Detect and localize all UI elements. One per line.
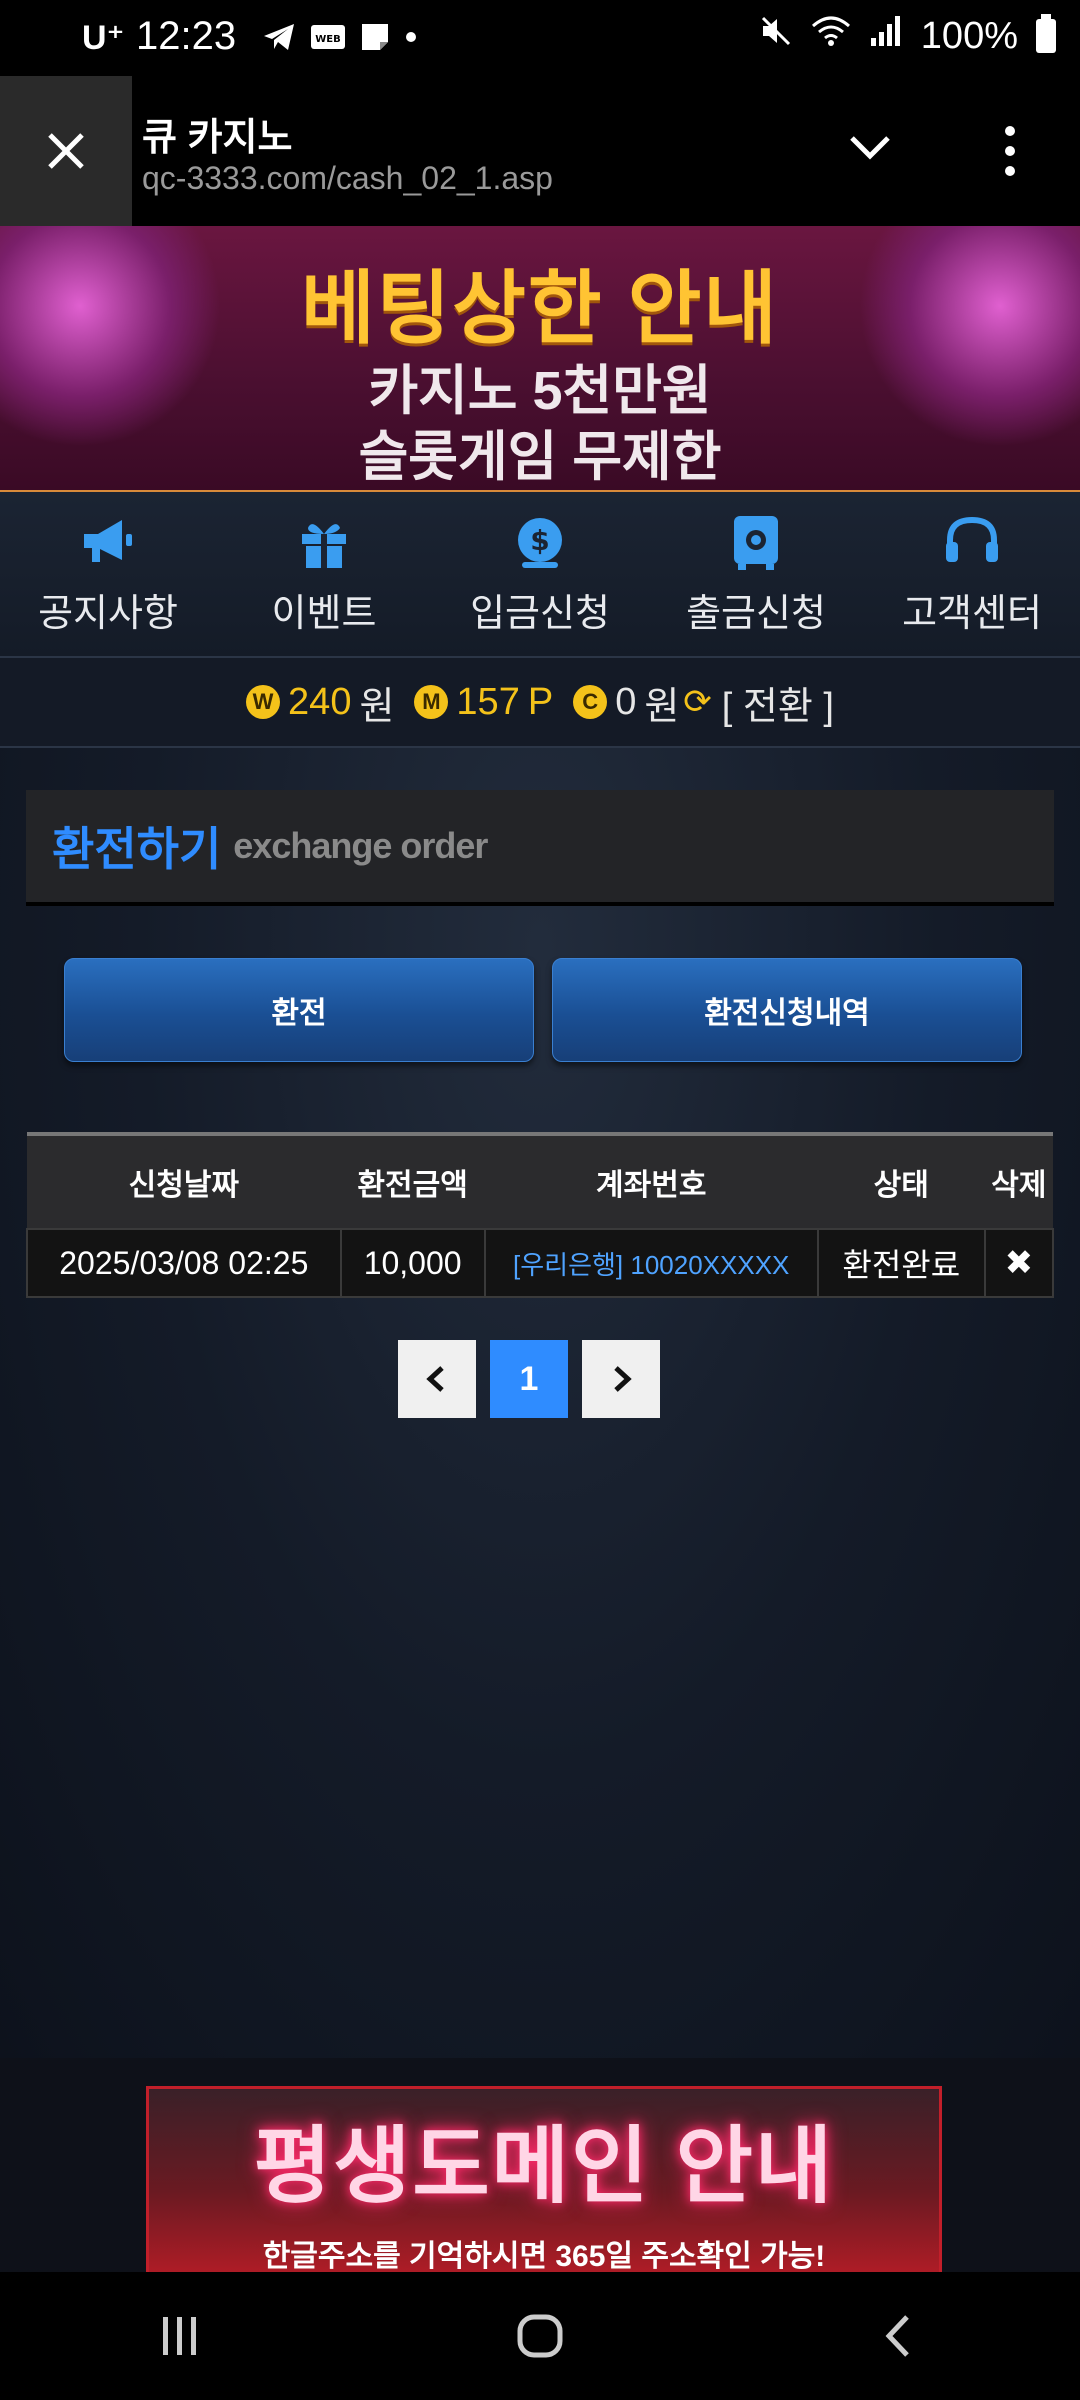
nav-item-support[interactable]: 고객센터 xyxy=(864,492,1080,656)
row-date: 2025/03/08 02:25 xyxy=(26,1228,342,1298)
point-coin-icon: M xyxy=(414,685,449,719)
wifi-icon xyxy=(811,14,851,58)
close-tab-button[interactable] xyxy=(0,76,132,226)
col-amount: 환전금액 xyxy=(340,1132,485,1229)
domain-notice-banner[interactable]: 평생도메인 안내 한글주소를 기억하시면 365일 주소확인 가능! xyxy=(146,2086,942,2278)
kebab-dot xyxy=(1005,146,1015,156)
android-nav-bar xyxy=(0,2272,1080,2400)
kebab-dot xyxy=(1005,126,1015,136)
section-header: 환전하기 exchange order xyxy=(26,790,1054,906)
casino-coin-icon: C xyxy=(573,685,608,719)
page-number-current[interactable]: 1 xyxy=(490,1340,568,1418)
expand-button[interactable] xyxy=(840,118,900,178)
home-button[interactable] xyxy=(480,2291,600,2381)
col-delete: 삭제 xyxy=(984,1132,1053,1229)
mute-icon xyxy=(759,14,793,58)
domain-banner-title: 평생도메인 안내 xyxy=(253,2119,835,2213)
dot-icon xyxy=(404,30,418,49)
note-icon xyxy=(360,22,390,57)
nav-item-notice[interactable]: 공지사항 xyxy=(0,492,216,656)
nav-label: 공지사항 xyxy=(38,592,178,635)
recent-apps-button[interactable] xyxy=(120,2291,240,2381)
nav-label: 고객센터 xyxy=(902,592,1042,635)
browser-toolbar: 큐 카지노 qc-3333.com/cash_02_1.asp xyxy=(0,76,1080,226)
close-icon xyxy=(48,133,84,169)
section-title: 환전하기 xyxy=(52,823,222,875)
webtoon-icon: WEB xyxy=(310,22,346,57)
nav-item-deposit[interactable]: $ 입금신청 xyxy=(432,492,648,656)
betting-limit-banner[interactable]: 베팅상한 안내 카지노 5천만원 슬롯게임 무제한 xyxy=(0,226,1080,493)
col-status: 상태 xyxy=(817,1132,985,1229)
table-row: 2025/03/08 02:25 10,000 [우리은행] 10020XXXX… xyxy=(26,1228,1055,1298)
domain-banner-subtitle: 한글주소를 기억하시면 365일 주소확인 가능! xyxy=(262,2240,826,2273)
recent-apps-icon xyxy=(163,2317,196,2355)
home-icon xyxy=(517,2314,563,2358)
banner-line-slot: 슬롯게임 무제한 xyxy=(358,427,722,487)
status-time: 12:23 xyxy=(136,14,237,58)
signal-icon xyxy=(869,14,903,58)
won-balance: W 240 원 xyxy=(246,675,394,730)
battery-percent: 100% xyxy=(920,14,1018,57)
row-amount: 10,000 xyxy=(339,1228,486,1298)
footer-area: 평생도메인 안내 한글주소를 기억하시면 365일 주소확인 가능! xyxy=(0,2058,1080,2278)
casino-balance: C 0 원 ⟳ [ 전환 ] xyxy=(573,675,834,730)
chevron-right-icon xyxy=(614,1366,632,1392)
nav-label: 이벤트 xyxy=(271,592,377,635)
url-bar[interactable]: qc-3333.com/cash_02_1.asp xyxy=(142,160,553,197)
page-title: 큐 카지노 xyxy=(142,117,293,159)
gift-icon xyxy=(302,523,346,568)
nav-item-event[interactable]: 이벤트 xyxy=(216,492,432,656)
won-unit: 원 xyxy=(359,685,395,728)
nav-label: 출금신청 xyxy=(686,592,826,635)
col-account: 계좌번호 xyxy=(484,1132,818,1229)
notification-icons: WEB xyxy=(262,22,418,57)
safe-icon xyxy=(734,515,778,570)
refresh-icon[interactable]: ⟳ xyxy=(683,682,712,722)
next-page-button[interactable] xyxy=(582,1340,660,1418)
banner-headline: 베팅상한 안내 xyxy=(301,264,779,353)
headset-icon xyxy=(946,516,998,562)
back-icon xyxy=(885,2315,909,2357)
svg-text:$: $ xyxy=(530,524,549,557)
point-unit: P xyxy=(527,680,554,723)
status-bar: U⁺ 12:23 WEB 100% xyxy=(0,0,1080,76)
kebab-dot xyxy=(1005,166,1015,176)
main-nav: 공지사항 이벤트 $ 입금신청 출금신청 고객센터 xyxy=(0,492,1080,658)
exchange-button[interactable]: 환전 xyxy=(64,958,534,1062)
nav-label: 입금신청 xyxy=(470,592,610,635)
dollar-coin-icon: $ xyxy=(518,517,562,568)
prev-page-button[interactable] xyxy=(398,1340,476,1418)
exchange-history-button[interactable]: 환전신청내역 xyxy=(552,958,1022,1062)
row-status: 환전완료 xyxy=(816,1228,986,1298)
carrier-label: U⁺ xyxy=(82,19,125,57)
col-date: 신청날짜 xyxy=(27,1132,341,1229)
more-options-button[interactable] xyxy=(980,116,1040,186)
nav-item-withdraw[interactable]: 출금신청 xyxy=(648,492,864,656)
section-subtitle: exchange order xyxy=(233,825,488,866)
main-content: 환전하기 exchange order 환전 환전신청내역 신청날짜 환전금액 … xyxy=(0,748,1080,2058)
casino-unit: 원 xyxy=(644,685,680,728)
delete-button[interactable]: ✖ xyxy=(983,1228,1055,1298)
won-coin-icon: W xyxy=(246,685,281,719)
battery-icon xyxy=(1036,14,1056,53)
exchange-table: 신청날짜 환전금액 계좌번호 상태 삭제 2025/03/08 02:25 10… xyxy=(26,1132,1055,1298)
table-header-row: 신청날짜 환전금액 계좌번호 상태 삭제 xyxy=(27,1132,1053,1229)
telegram-icon xyxy=(262,22,296,57)
point-balance: M 157 P xyxy=(414,681,553,724)
delete-x-icon: ✖ xyxy=(1004,1244,1034,1282)
chevron-down-icon xyxy=(850,136,890,160)
svg-text:WEB: WEB xyxy=(315,34,340,45)
balance-bar: W 240 원 M 157 P C 0 원 ⟳ [ 전환 ] xyxy=(0,658,1080,748)
point-amount: 157 xyxy=(456,680,520,723)
system-status: 100% xyxy=(759,14,1056,58)
back-button[interactable] xyxy=(840,2291,960,2381)
switch-link[interactable]: [ 전환 ] xyxy=(722,675,834,730)
megaphone-icon xyxy=(84,519,132,562)
chevron-left-icon xyxy=(426,1366,444,1392)
row-account: [우리은행] 10020XXXXX xyxy=(483,1228,819,1298)
won-amount: 240 xyxy=(288,680,352,723)
casino-amount: 0 xyxy=(615,680,637,723)
pagination: 1 xyxy=(398,1340,660,1418)
